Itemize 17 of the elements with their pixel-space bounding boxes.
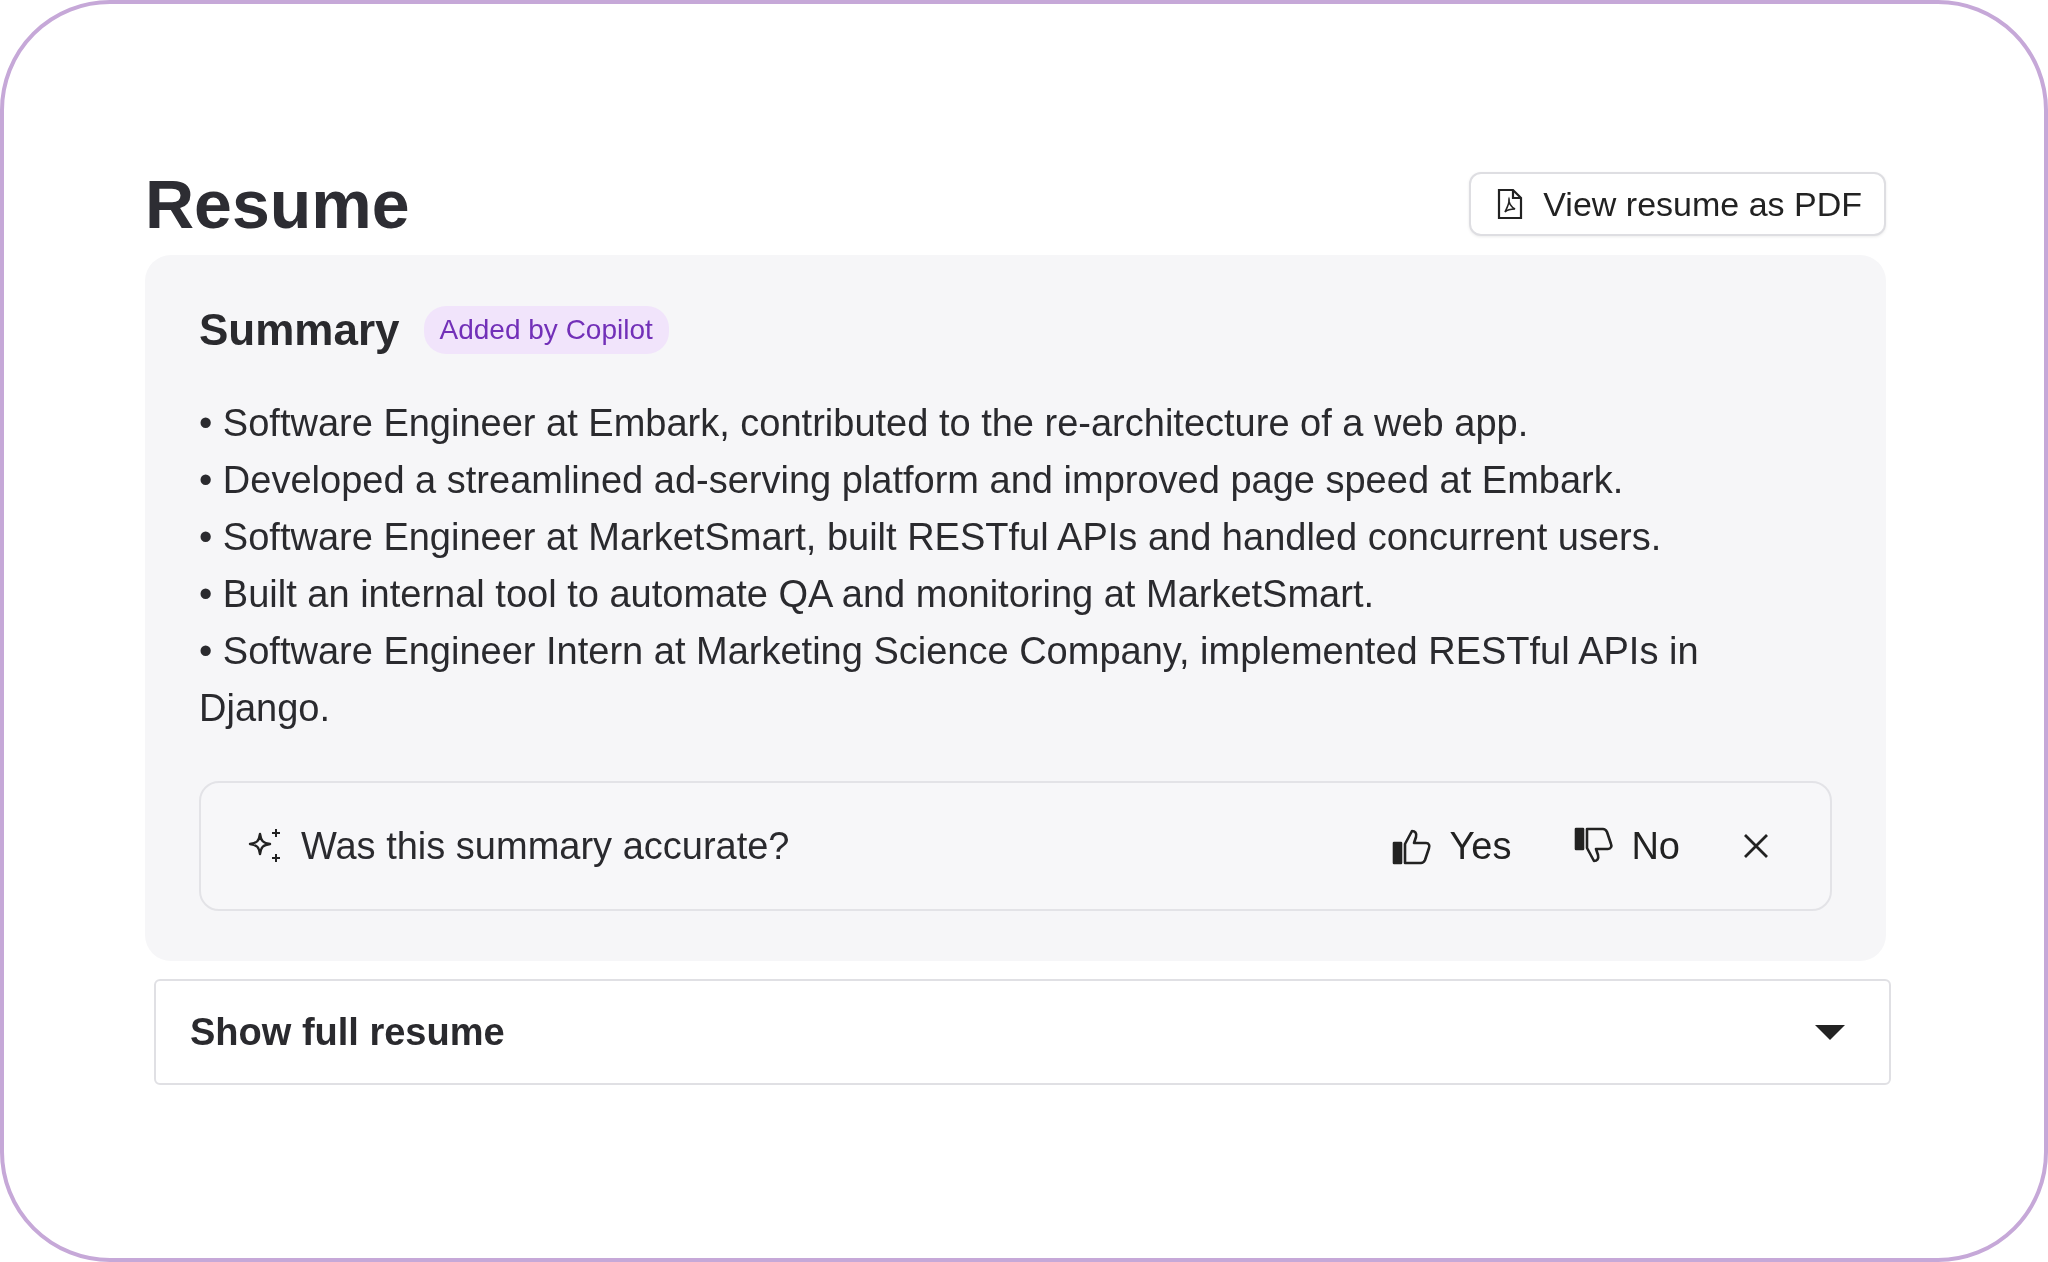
close-button[interactable] bbox=[1742, 832, 1770, 860]
pdf-file-icon bbox=[1497, 188, 1524, 220]
caret-icon bbox=[1815, 1023, 1845, 1041]
summary-heading: Summary bbox=[199, 305, 400, 355]
no-button[interactable]: No bbox=[1573, 824, 1680, 868]
summary-bullet: • Built an internal tool to automate QA and monitoring at MarketSmart. bbox=[199, 572, 1375, 617]
copilot-badge: Added by Copilot bbox=[423, 306, 669, 354]
close-icon bbox=[1742, 832, 1770, 860]
view-pdf-button[interactable]: View resume as PDF bbox=[1469, 172, 1886, 236]
show-full-resume-toggle[interactable]: Show full resume bbox=[154, 979, 1891, 1085]
summary-bullet: • Software Engineer Intern at Marketing Science Company, implemented RESTful APIs in Django. bbox=[199, 629, 1700, 731]
summary-bullet: • Developed a streamlined ad-serving platform and improved page speed at Embark. bbox=[199, 458, 1625, 503]
page-title: Resume bbox=[145, 165, 410, 243]
feedback-question: Was this summary accurate? bbox=[301, 824, 790, 868]
summary-bullet: • Software Engineer at MarketSmart, built RESTful APIs and handled concurrent users. bbox=[199, 515, 1663, 560]
yes-button[interactable]: Yes bbox=[1391, 824, 1512, 868]
summary-bullet: • Software Engineer at Embark, contributed to the re-architecture of a web app. bbox=[199, 401, 1530, 446]
